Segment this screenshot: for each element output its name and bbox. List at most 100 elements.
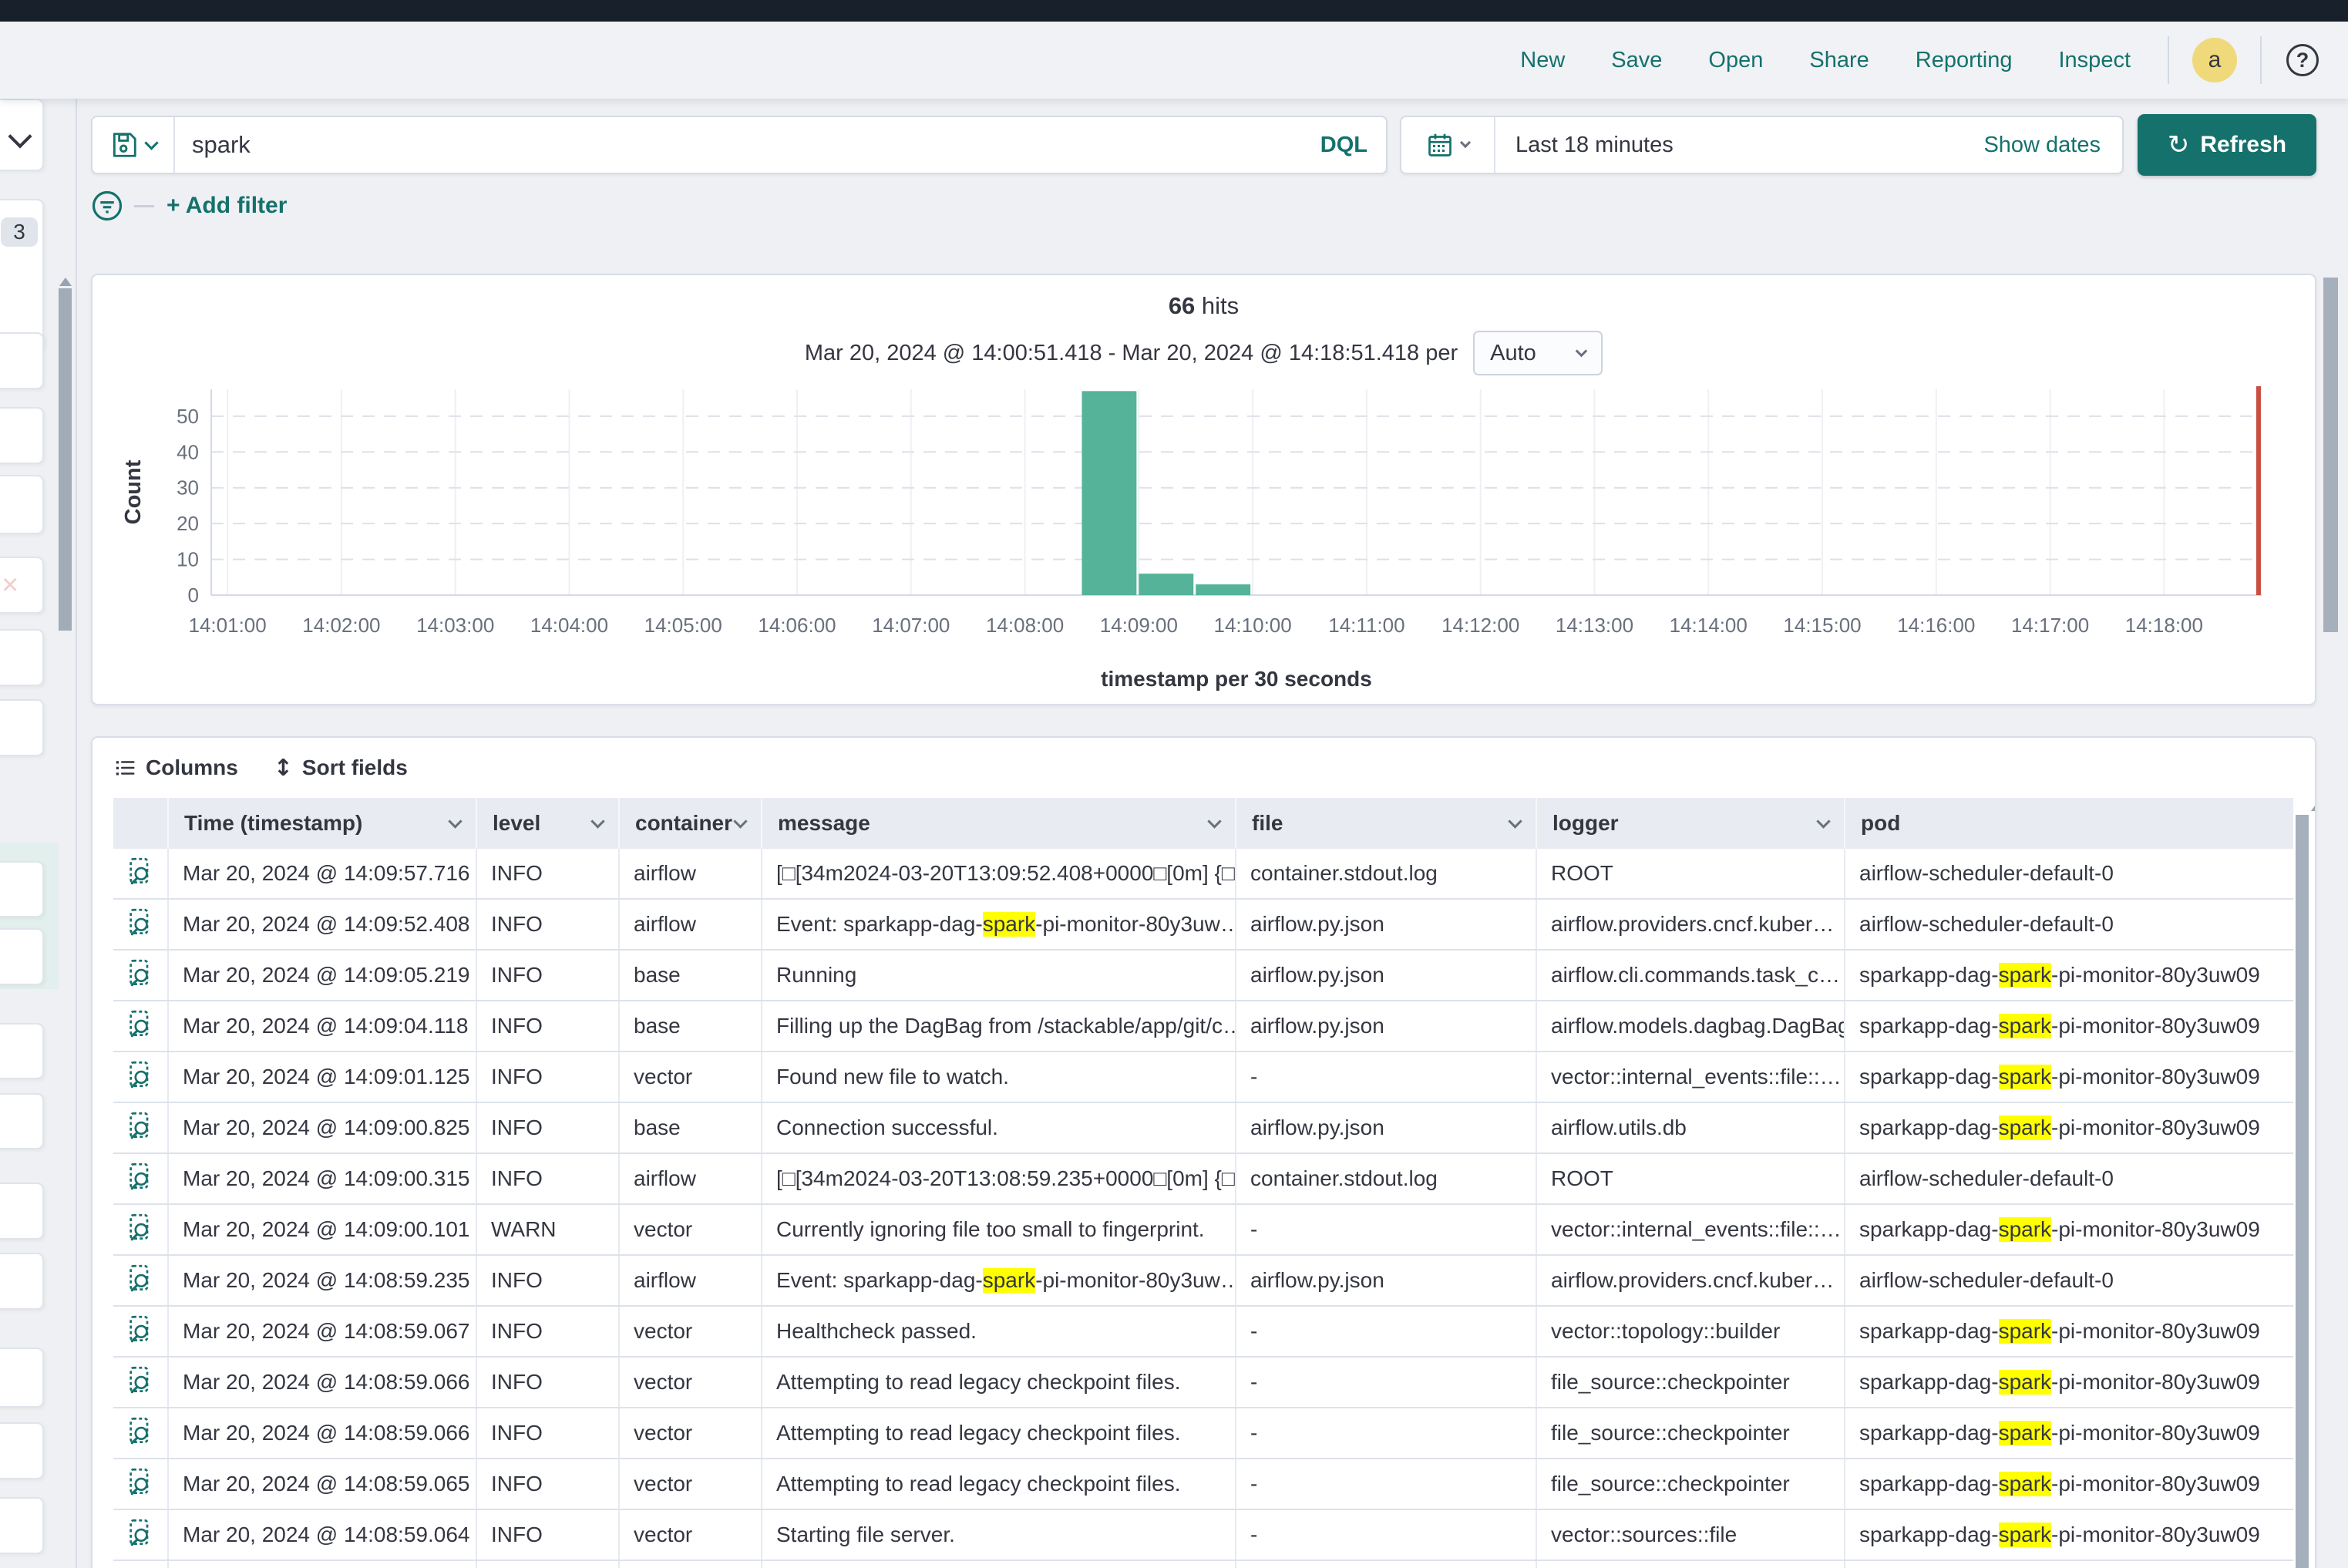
histogram-bar[interactable]: [1081, 391, 1136, 595]
top-navigation: New Save Open Share Reporting Inspect a …: [0, 22, 2348, 99]
show-dates-button[interactable]: Show dates: [1962, 133, 2122, 158]
x-axis-tick: 14:18:00: [2125, 614, 2203, 637]
header-file[interactable]: file: [1235, 798, 1536, 849]
expand-document-button[interactable]: [113, 1205, 167, 1254]
header-time[interactable]: Time (timestamp): [167, 798, 476, 849]
header-pod[interactable]: pod: [1844, 798, 2293, 849]
cell-logger: airflow.cli.commands.task_c…: [1536, 951, 1844, 1000]
expand-document-button[interactable]: [113, 951, 167, 1000]
date-quick-select-button[interactable]: [1401, 117, 1495, 173]
nav-save[interactable]: Save: [1611, 48, 1662, 73]
cell-pod: airflow-scheduler-default-0: [1844, 1154, 2293, 1203]
avatar[interactable]: a: [2192, 38, 2237, 82]
expand-document-button[interactable]: [113, 1358, 167, 1407]
interval-select[interactable]: Auto: [1473, 331, 1603, 375]
expand-document-button[interactable]: [113, 900, 167, 949]
cell-message: Starting file server.: [761, 1510, 1235, 1560]
expand-document-button[interactable]: [113, 1001, 167, 1051]
top-header-bar: [0, 0, 2348, 22]
table-scrollbar[interactable]: [2296, 815, 2309, 1568]
expand-document-button[interactable]: [113, 1154, 167, 1203]
nav-reporting[interactable]: Reporting: [1916, 48, 2013, 73]
sidebar-field-item[interactable]: [0, 1093, 44, 1149]
nav-new[interactable]: New: [1520, 48, 1565, 73]
add-filter-button[interactable]: + Add filter: [167, 193, 287, 219]
sidebar-field-count-box[interactable]: 3: [0, 199, 44, 352]
sidebar-field-item[interactable]: [0, 928, 44, 985]
sidebar-field-item[interactable]: [0, 1023, 44, 1079]
sidebar-field-item[interactable]: [0, 1348, 44, 1408]
sidebar-field-item[interactable]: [0, 629, 44, 686]
help-icon[interactable]: ?: [2286, 44, 2319, 76]
page-scrollbar[interactable]: [2323, 278, 2338, 632]
cell-pod: sparkapp-dag-spark-pi-monitor-80y3uw09: [1844, 1408, 2293, 1458]
hits-histogram[interactable]: 14:01:0014:02:0014:03:0014:04:0014:05:00…: [111, 383, 2300, 707]
chevron-down-icon: [733, 814, 747, 828]
cell-level: INFO: [476, 1307, 618, 1356]
saved-query-menu-button[interactable]: [93, 117, 175, 173]
sidebar-collapse-button[interactable]: [0, 99, 44, 171]
header-logger[interactable]: logger: [1536, 798, 1844, 849]
refresh-button[interactable]: ↻ Refresh: [2138, 114, 2316, 176]
nav-open[interactable]: Open: [1708, 48, 1763, 73]
cell-container: airflow: [618, 849, 761, 898]
header-container[interactable]: container: [618, 798, 761, 849]
inspect-document-icon: [129, 857, 152, 890]
query-language-button[interactable]: DQL: [1302, 133, 1386, 158]
cell-message: Connection successful.: [761, 1103, 1235, 1152]
cell-file: -: [1235, 1358, 1536, 1407]
sidebar-field-item[interactable]: [0, 861, 44, 917]
sidebar-scrollbar[interactable]: [59, 288, 72, 631]
histogram-bar[interactable]: [1139, 574, 1193, 595]
refresh-icon: ↻: [2168, 130, 2190, 160]
cell-message: Filling up the DagBag from /stackable/ap…: [761, 1001, 1235, 1051]
cell-logger: ROOT: [1536, 849, 1844, 898]
sidebar-field-item-remove[interactable]: ×: [0, 557, 44, 614]
expand-document-button[interactable]: [113, 1256, 167, 1305]
sidebar-field-item[interactable]: [0, 699, 44, 756]
filter-icon[interactable]: [91, 190, 123, 222]
table-row: Mar 20, 2024 @ 14:08:59.066INFOvectorAtt…: [113, 1408, 2293, 1459]
sidebar-field-item[interactable]: [0, 407, 44, 464]
header-message[interactable]: message: [761, 798, 1235, 849]
nav-inspect[interactable]: Inspect: [2059, 48, 2131, 73]
inspect-document-icon: [129, 908, 152, 941]
expand-document-button[interactable]: [113, 1459, 167, 1509]
x-axis-tick: 14:09:00: [1100, 614, 1178, 637]
discover-page: New Save Open Share Reporting Inspect a …: [0, 0, 2348, 1568]
histogram-bar[interactable]: [1196, 584, 1250, 595]
cell-logger: airflow.providers.cncf.kuber…: [1536, 900, 1844, 949]
sidebar-scrollbar-up-arrow[interactable]: [59, 278, 72, 286]
expand-document-button[interactable]: [113, 1103, 167, 1152]
cell-message: Event: sparkapp-dag-spark-pi-monitor-80y…: [761, 900, 1235, 949]
calendar-icon: [1426, 131, 1454, 159]
sidebar-field-item[interactable]: [0, 1253, 44, 1310]
sidebar-field-item[interactable]: [0, 1183, 44, 1240]
sidebar-field-item[interactable]: [0, 332, 44, 389]
expand-document-button[interactable]: [113, 1307, 167, 1356]
time-range-value[interactable]: Last 18 minutes: [1495, 133, 1962, 158]
cell-container: vector: [618, 1459, 761, 1509]
sidebar-field-item[interactable]: [0, 475, 44, 534]
sort-fields-button[interactable]: ↕ Sort fields: [274, 755, 408, 782]
cell-time: Mar 20, 2024 @ 14:08:59.066: [167, 1408, 476, 1458]
header-level[interactable]: level: [476, 798, 618, 849]
cell-pod: airflow-scheduler-default-0: [1844, 900, 2293, 949]
columns-button[interactable]: Columns: [113, 755, 238, 780]
cell-logger: file_source::checkpointer: [1536, 1408, 1844, 1458]
cell-time: Mar 20, 2024 @ 14:09:05.219: [167, 951, 476, 1000]
filter-row: + Add filter: [91, 180, 287, 231]
log-table-body: Mar 20, 2024 @ 14:09:57.716INFOairflow[□…: [113, 849, 2293, 1568]
search-input[interactable]: spark: [175, 131, 1302, 159]
nav-share[interactable]: Share: [1809, 48, 1869, 73]
inspect-document-icon: [129, 1519, 152, 1552]
expand-document-button[interactable]: [113, 1052, 167, 1102]
expand-document-button[interactable]: [113, 1408, 167, 1458]
x-axis-tick: 14:17:00: [2011, 614, 2089, 637]
sidebar-field-item[interactable]: [0, 1422, 44, 1479]
expand-document-button[interactable]: [113, 1510, 167, 1560]
cell-file: -: [1235, 1408, 1536, 1458]
table-scrollbar-up-arrow[interactable]: [2311, 803, 2316, 811]
expand-document-button[interactable]: [113, 849, 167, 898]
sidebar-field-item[interactable]: [0, 1497, 44, 1554]
